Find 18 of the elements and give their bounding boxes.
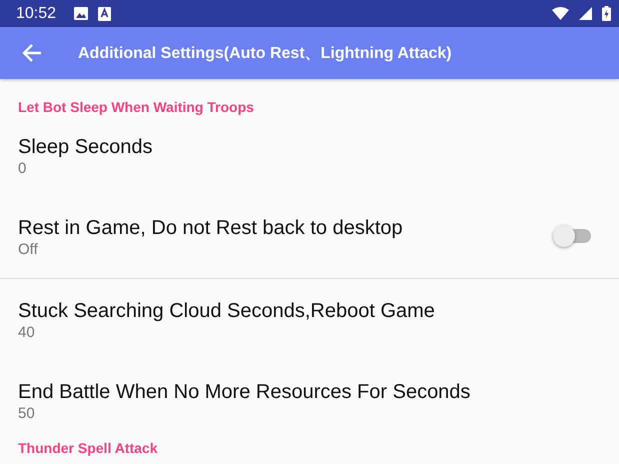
setting-title[interactable]: Rest in Game, Do not Rest back to desktop bbox=[18, 216, 553, 240]
category-header: Thunder Spell Attack bbox=[17, 441, 159, 456]
setting-title[interactable]: Stuck Searching Cloud Seconds,Reboot Game bbox=[18, 299, 601, 323]
app-notification-icon bbox=[98, 6, 112, 20]
setting-title[interactable]: Sleep Seconds bbox=[18, 135, 601, 159]
setting-summary: Off bbox=[18, 240, 39, 260]
signal-icon bbox=[579, 7, 592, 20]
battery-icon bbox=[602, 6, 611, 21]
setting-summary: 40 bbox=[18, 323, 36, 343]
status-time: 10:52 bbox=[16, 4, 56, 22]
screen-title: Additional Settings(Auto Rest、Lightning Attack) bbox=[78, 44, 452, 64]
category-header: Let Bot Sleep When Waiting Troops bbox=[17, 98, 255, 115]
setting-summary: 0 bbox=[18, 159, 28, 179]
setting-summary: 50 bbox=[18, 404, 36, 424]
image-icon bbox=[74, 7, 88, 20]
toggle-switch[interactable] bbox=[553, 225, 591, 247]
setting-title[interactable]: End Battle When No More Resources For Seconds bbox=[18, 380, 601, 404]
wifi-icon bbox=[552, 7, 569, 20]
